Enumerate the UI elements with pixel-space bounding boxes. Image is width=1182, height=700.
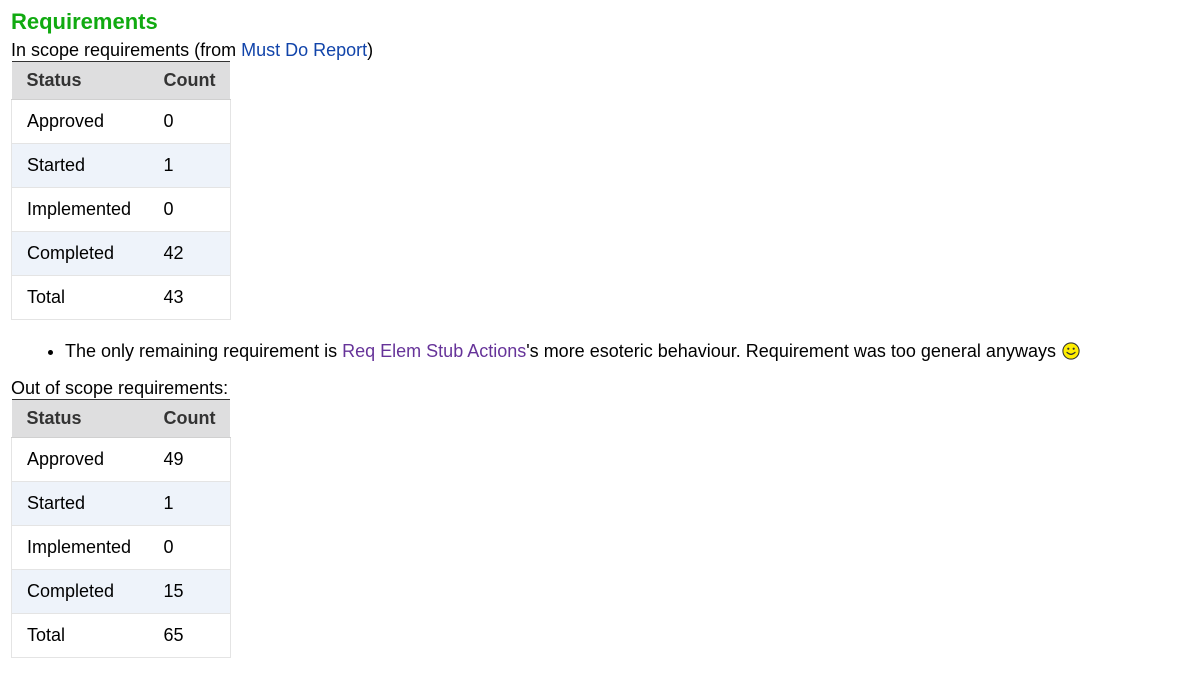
page: Requirements In scope requirements (from…: [11, 8, 1171, 658]
in-scope-table: Status Count Approved 0 Started 1 Implem…: [11, 61, 231, 320]
count-header: Count: [148, 399, 231, 438]
status-cell: Approved: [11, 437, 149, 482]
in-scope-caption: In scope requirements (from Must Do Repo…: [11, 36, 1171, 61]
status-cell: Completed: [11, 569, 149, 614]
status-cell: Approved: [11, 99, 149, 144]
count-cell: 0: [148, 525, 231, 570]
table-row: Approved 0: [11, 99, 231, 144]
count-cell: 43: [148, 275, 231, 320]
count-cell: 0: [148, 99, 231, 144]
table-row: Started 1: [11, 143, 231, 188]
status-header: Status: [11, 61, 149, 100]
out-of-scope-caption: Out of scope requirements:: [11, 378, 229, 398]
status-cell: Implemented: [11, 525, 149, 570]
status-cell: Started: [11, 143, 149, 188]
table-row: Implemented 0: [11, 525, 231, 570]
note-suffix: 's more esoteric behaviour. Requirement …: [526, 341, 1056, 361]
status-cell: Started: [11, 481, 149, 526]
table-row: Total 43: [11, 275, 231, 320]
status-cell: Total: [11, 613, 149, 658]
note-prefix: The only remaining requirement is: [65, 341, 343, 361]
count-cell: 15: [148, 569, 231, 614]
count-cell: 42: [148, 231, 231, 276]
count-cell: 65: [148, 613, 231, 658]
count-header: Count: [148, 61, 231, 100]
status-cell: Completed: [11, 231, 149, 276]
in-scope-caption-suffix: ): [367, 40, 374, 60]
count-cell: 0: [148, 187, 231, 232]
count-cell: 1: [148, 481, 231, 526]
table-row: Implemented 0: [11, 187, 231, 232]
must-do-report-link[interactable]: Must Do Report: [241, 40, 367, 60]
in-scope-caption-prefix: In scope requirements (from: [11, 40, 242, 60]
notes-list: The only remaining requirement is Req El…: [11, 338, 1171, 364]
page-title: Requirements: [11, 9, 158, 34]
count-cell: 1: [148, 143, 231, 188]
table-row: Completed 42: [11, 231, 231, 276]
status-cell: Total: [11, 275, 149, 320]
status-cell: Implemented: [11, 187, 149, 232]
status-header: Status: [11, 399, 149, 438]
smiley-icon: [1062, 342, 1080, 360]
table-row: Approved 49: [11, 437, 231, 482]
out-of-scope-table: Status Count Approved 49 Started 1 Imple…: [11, 399, 231, 658]
table-header-row: Status Count: [11, 61, 231, 100]
table-row: Completed 15: [11, 569, 231, 614]
table-header-row: Status Count: [11, 399, 231, 438]
count-cell: 49: [148, 437, 231, 482]
list-item: The only remaining requirement is Req El…: [65, 338, 1171, 364]
req-elem-stub-actions-link[interactable]: Req Elem Stub Actions: [342, 341, 526, 361]
table-row: Started 1: [11, 481, 231, 526]
table-row: Total 65: [11, 613, 231, 658]
